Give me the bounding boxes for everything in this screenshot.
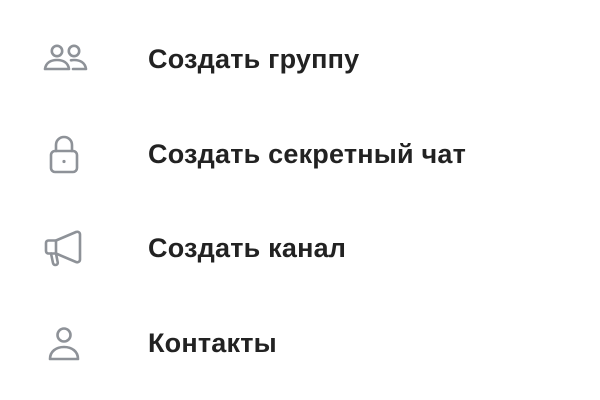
megaphone-icon — [40, 224, 88, 272]
menu-item-create-secret-chat[interactable]: Создать секретный чат — [0, 107, 600, 201]
menu-item-label: Создать канал — [148, 232, 347, 263]
menu-item-create-channel[interactable]: Создать канал — [0, 201, 600, 295]
menu-item-label: Создать секретный чат — [148, 138, 467, 169]
drawer-menu: Создать группу Создать секретный чат Соз… — [0, 0, 600, 400]
menu-item-create-group[interactable]: Создать группу — [0, 12, 600, 106]
menu-item-label: Создать группу — [148, 43, 360, 74]
people-icon — [40, 35, 88, 83]
lock-icon — [40, 130, 88, 178]
menu-item-label: Контакты — [148, 327, 277, 358]
menu-item-contacts[interactable]: Контакты — [0, 296, 600, 390]
person-icon — [40, 319, 88, 367]
